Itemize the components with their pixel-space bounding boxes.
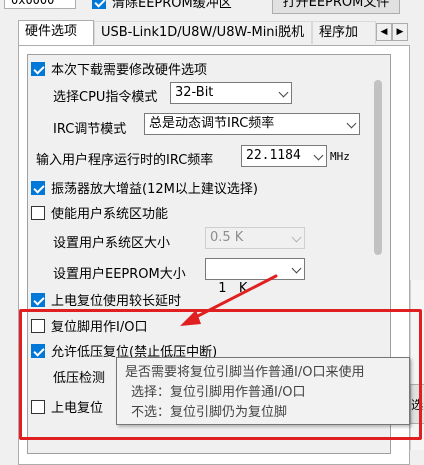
tab-hardware-options[interactable]: 硬件选项 (18, 20, 94, 45)
annotation-arrow-icon (180, 274, 278, 326)
